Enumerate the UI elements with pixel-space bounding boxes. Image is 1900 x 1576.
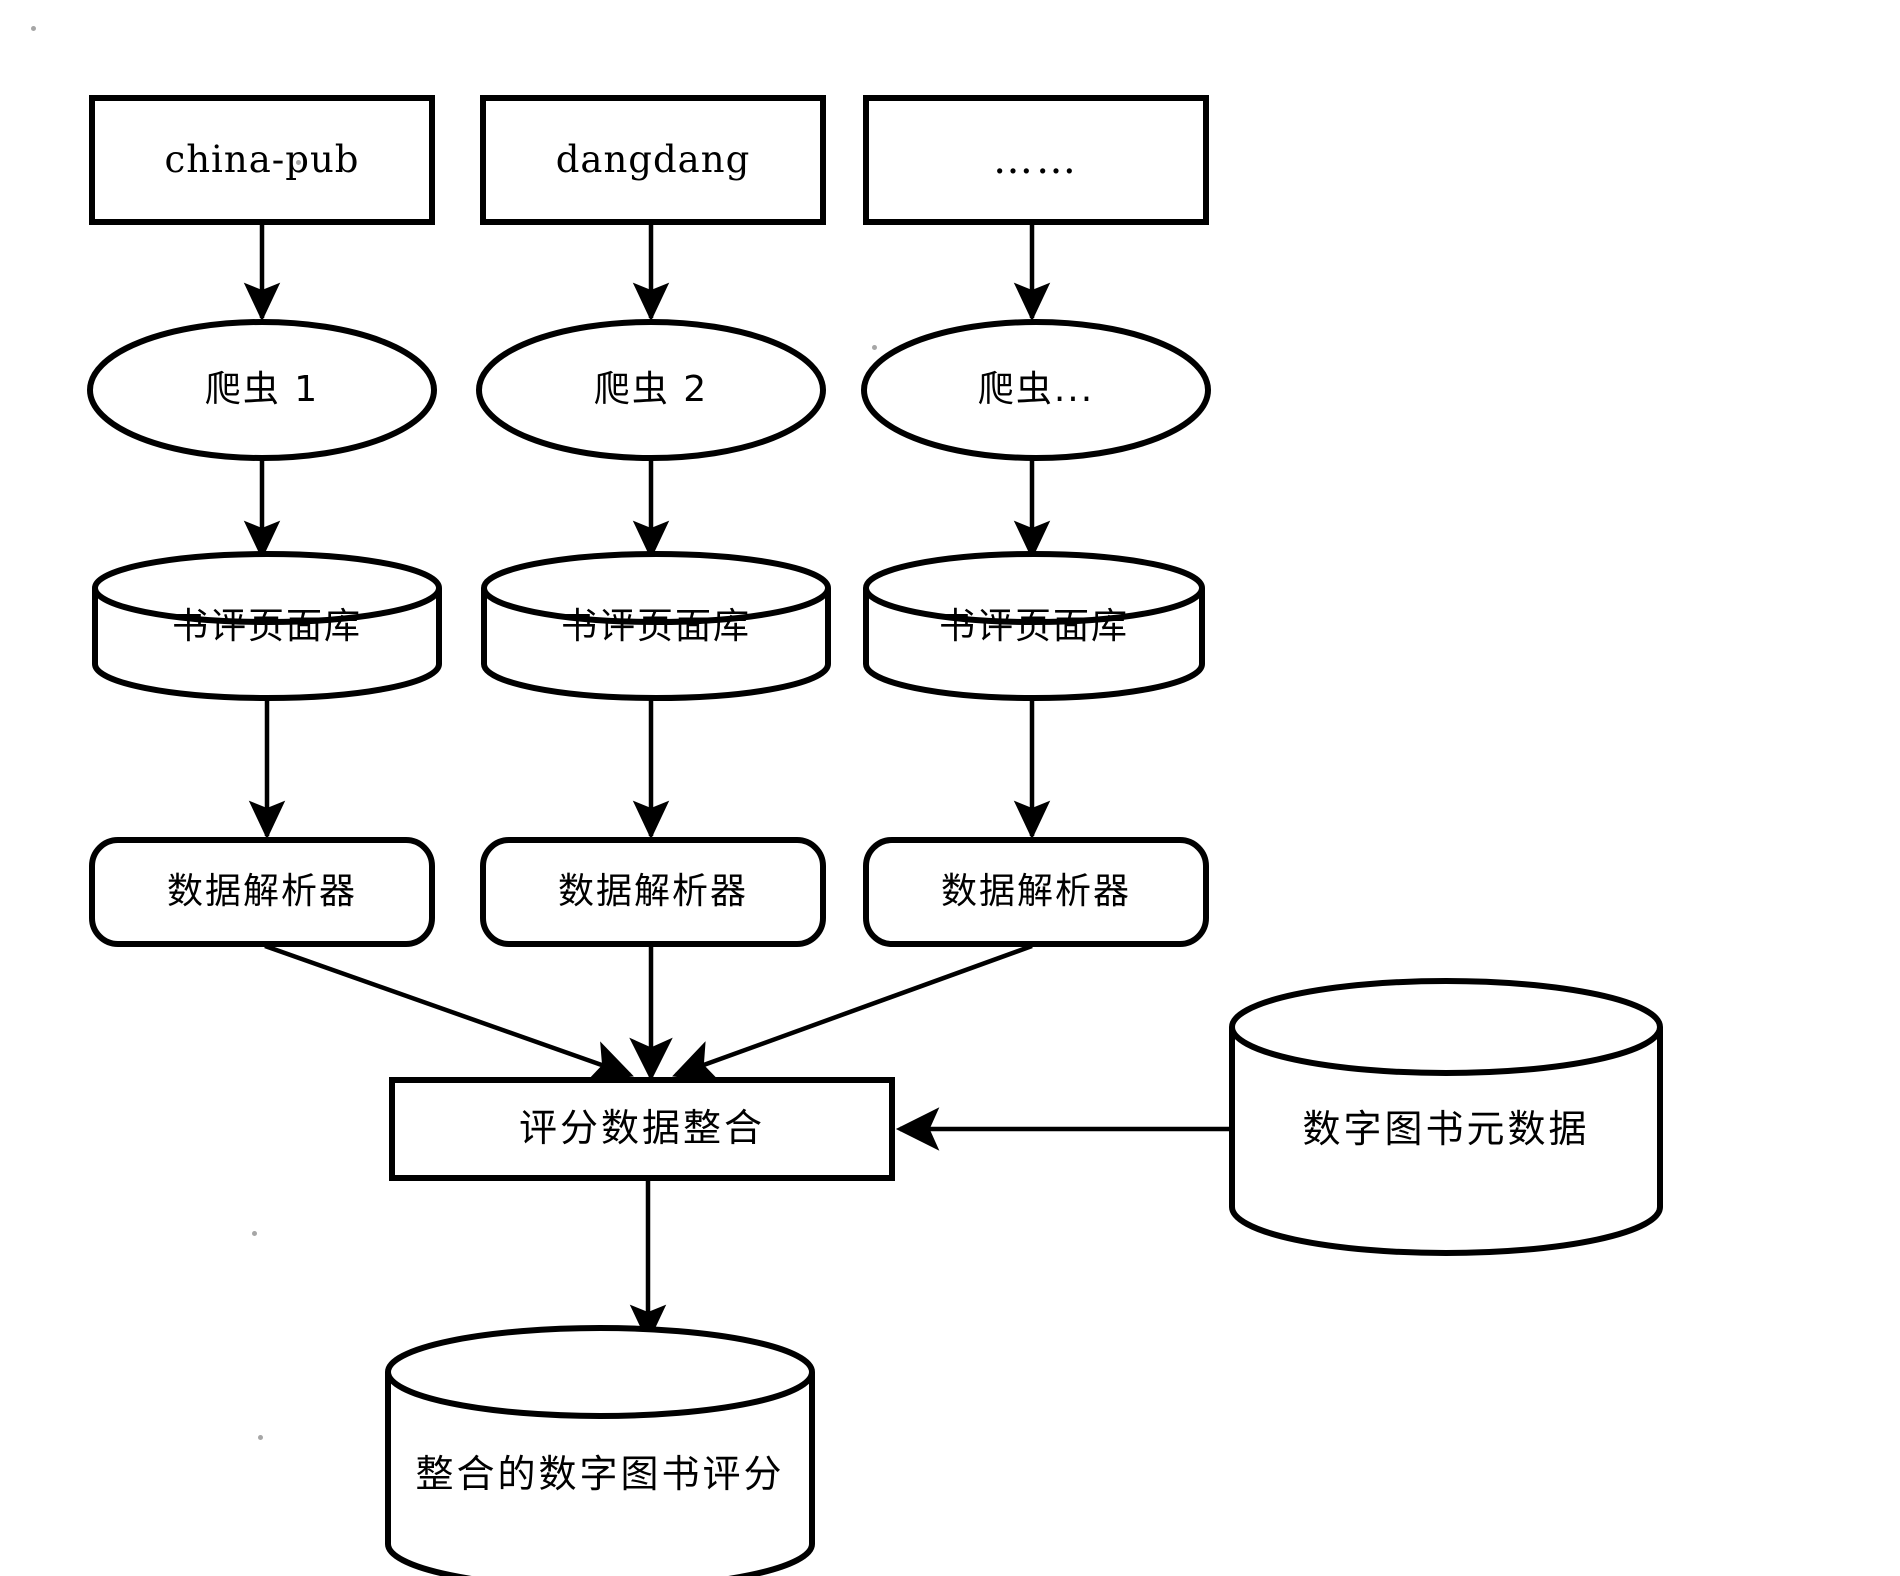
parser-box-2[interactable] bbox=[480, 837, 826, 947]
source-box-china-pub[interactable] bbox=[89, 95, 435, 225]
crawler-ellipse-2[interactable] bbox=[476, 319, 826, 461]
page-store-cylinder-3[interactable] bbox=[863, 551, 1205, 701]
metadata-cylinder[interactable] bbox=[1229, 978, 1663, 1256]
parser-box-1[interactable] bbox=[89, 837, 435, 947]
scan-speck bbox=[252, 1231, 257, 1236]
result-cylinder[interactable] bbox=[385, 1325, 815, 1576]
edge-parser1-integrator bbox=[264, 943, 634, 1083]
edge-parser3-integrator bbox=[672, 943, 1033, 1083]
scan-speck bbox=[258, 1435, 263, 1440]
scan-speck bbox=[872, 345, 877, 350]
integrator-box[interactable] bbox=[389, 1077, 895, 1181]
scan-speck bbox=[31, 26, 36, 31]
page-store-cylinder-1[interactable] bbox=[92, 551, 442, 701]
page-store-cylinder-2[interactable] bbox=[481, 551, 831, 701]
source-box-ellipsis[interactable] bbox=[863, 95, 1209, 225]
parser-box-3[interactable] bbox=[863, 837, 1209, 947]
flowchart-graphics bbox=[87, 95, 1663, 1576]
scan-speck bbox=[296, 160, 301, 165]
crawler-ellipse-1[interactable] bbox=[87, 319, 437, 461]
diagram-canvas: china-pub dangdang …… 爬虫 1 爬虫 2 爬虫... 书评… bbox=[0, 0, 1900, 1576]
crawler-ellipse-3[interactable] bbox=[861, 319, 1211, 461]
source-box-dangdang[interactable] bbox=[480, 95, 826, 225]
